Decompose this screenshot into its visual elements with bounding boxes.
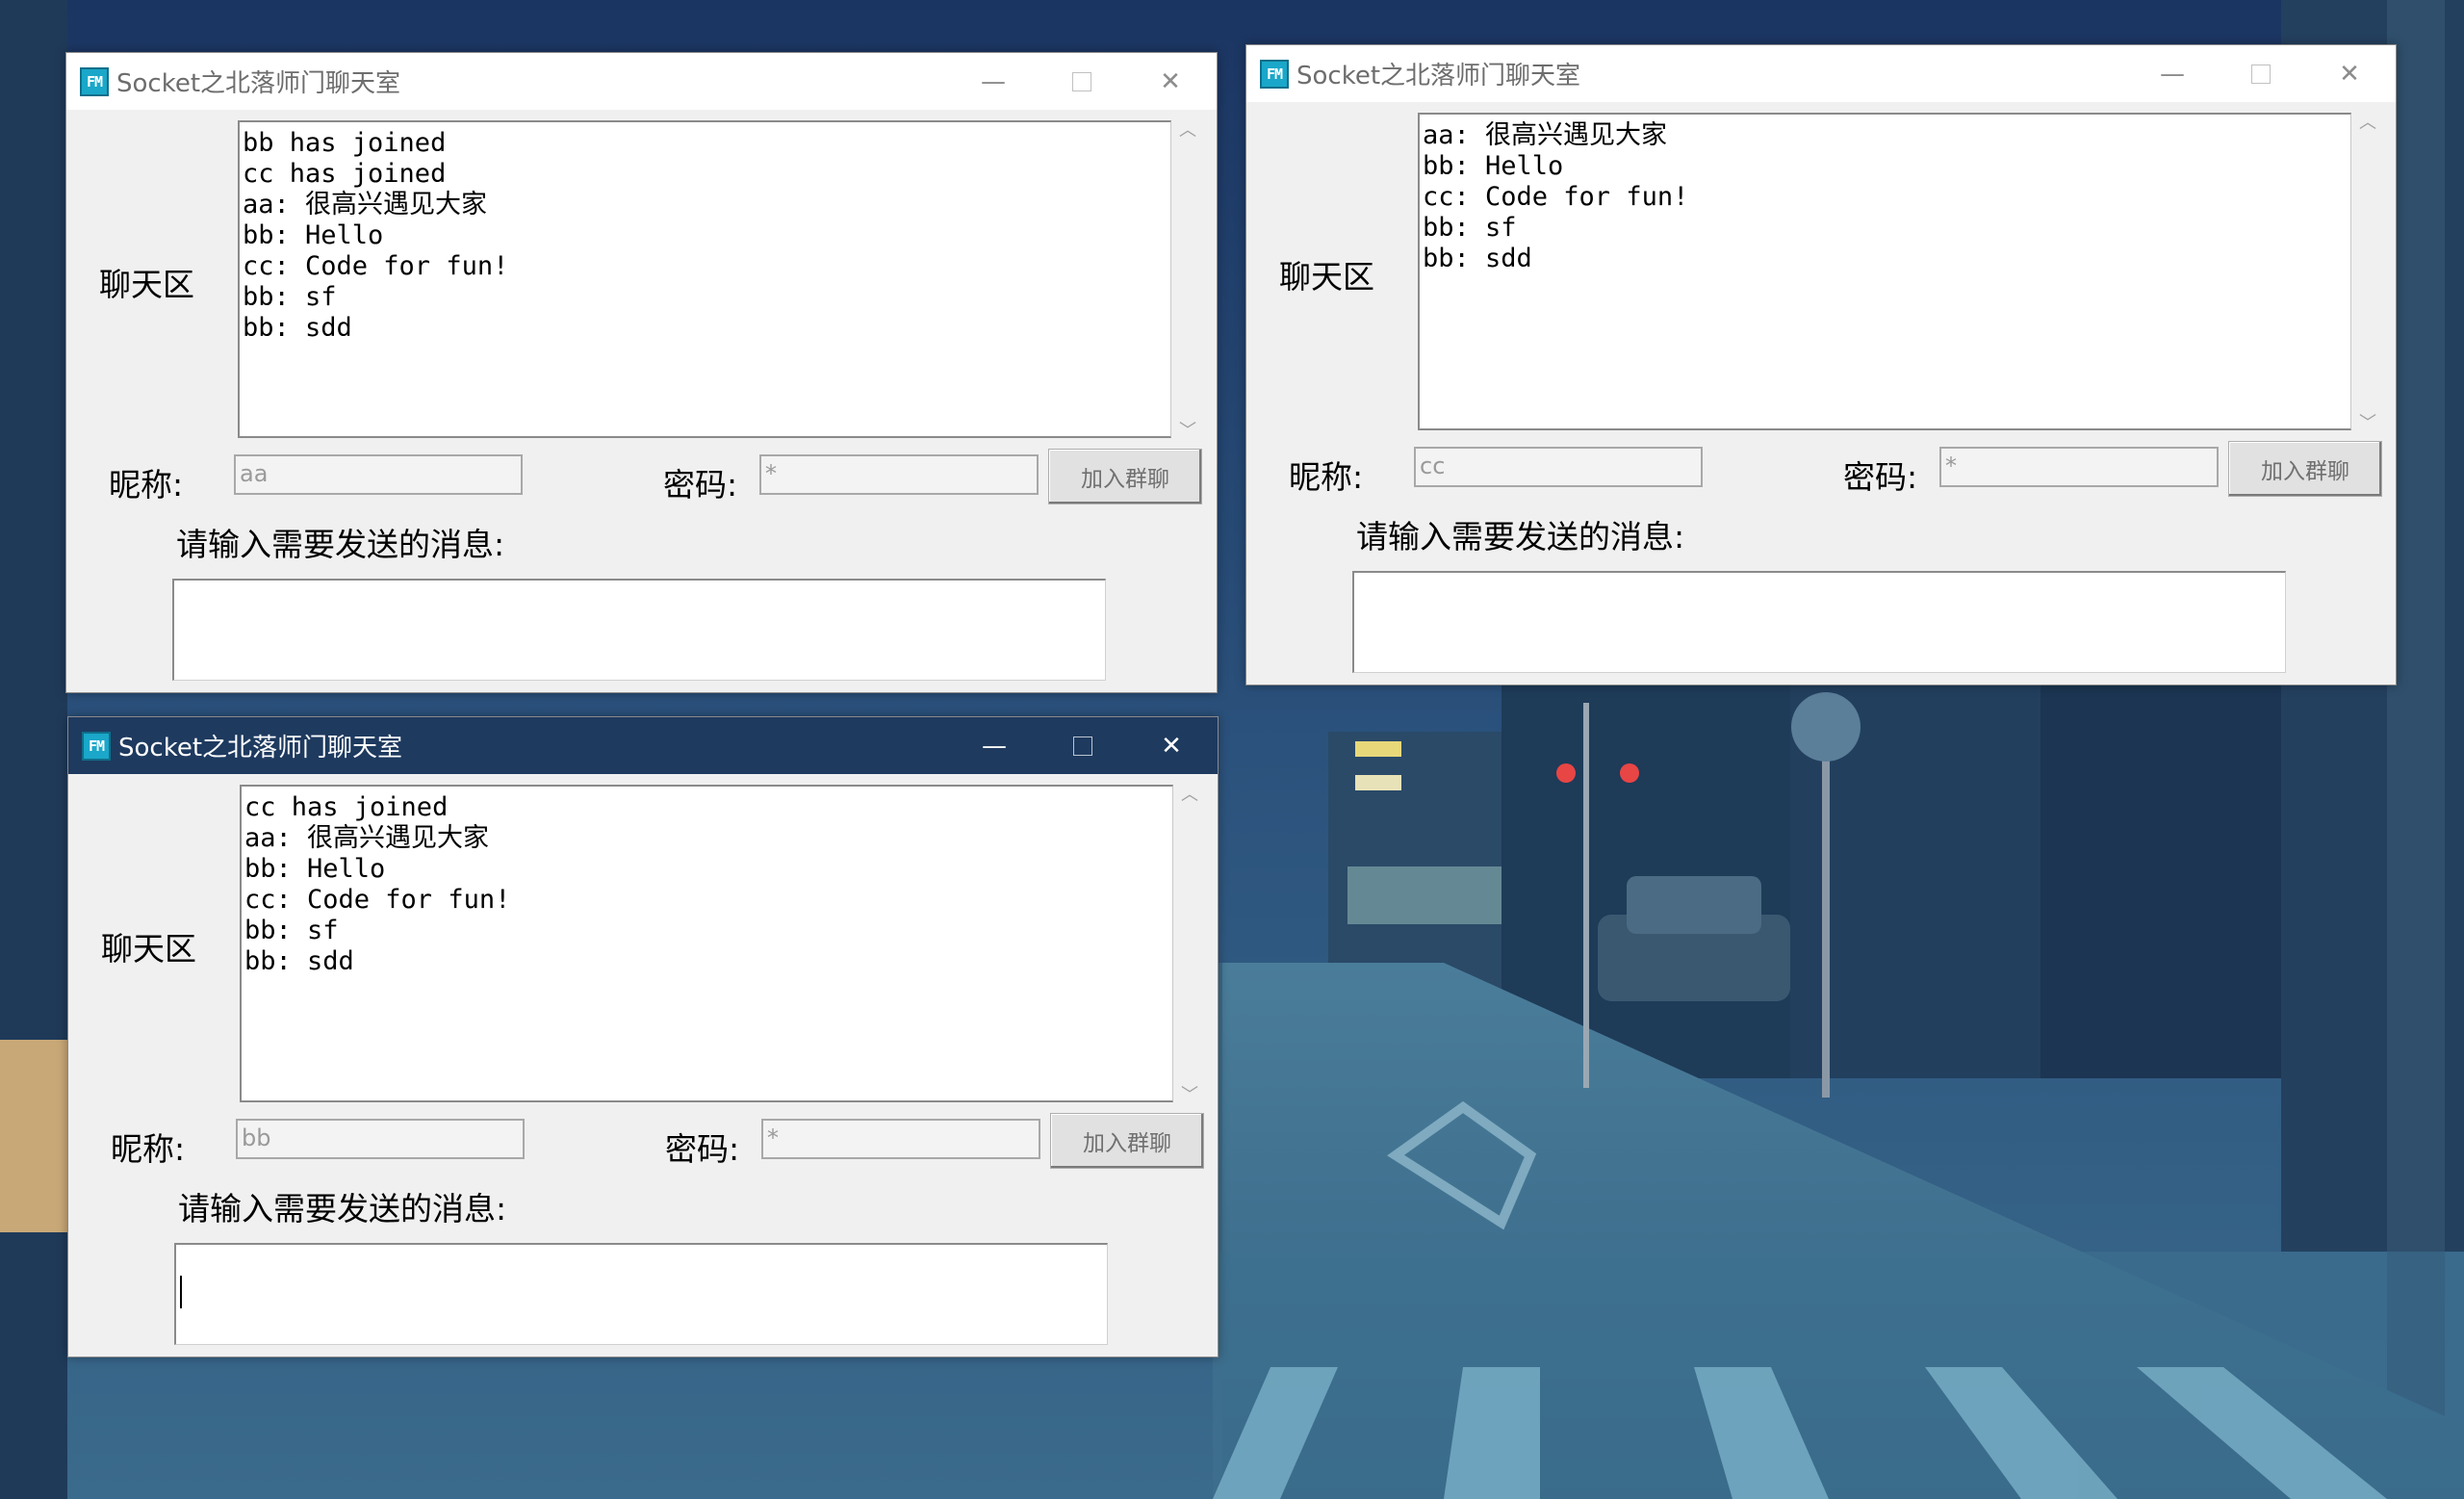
chat-line: bb: sdd (1423, 244, 1532, 273)
app-icon: FM (82, 731, 111, 761)
nickname-label: 昵称: (111, 1130, 186, 1168)
scroll-up-icon[interactable]: ︿ (1175, 779, 1204, 808)
chat-line: bb: sf (1423, 213, 1517, 243)
send-prompt-label: 请输入需要发送的消息: (1356, 518, 1685, 556)
close-icon: ✕ (1160, 66, 1181, 96)
close-button[interactable]: ✕ (1126, 53, 1215, 110)
chat-scrollbar[interactable]: ︿ ﹀ (1175, 775, 1204, 1108)
window-title: Socket之北落师门聊天室 (116, 69, 401, 98)
chat-line: cc: Code for fun! (1423, 182, 1689, 212)
chat-line: aa: 很高兴遇见大家 (243, 190, 488, 220)
send-prompt-label: 请输入需要发送的消息: (176, 526, 505, 563)
chat-scrollbar[interactable]: ︿ ﹀ (2353, 103, 2382, 436)
chat-scrollbar[interactable]: ︿ ﹀ (1173, 111, 1202, 444)
password-label: 密码: (663, 466, 738, 504)
nickname-label: 昵称: (1289, 458, 1364, 496)
password-input[interactable]: * (1939, 447, 2219, 487)
password-label: 密码: (1843, 458, 1918, 496)
minimize-button[interactable]: — (949, 53, 1038, 110)
scroll-down-icon[interactable]: ﹀ (1173, 415, 1202, 444)
chat-line: bb: sf (244, 916, 339, 945)
chat-line: cc: Code for fun! (243, 251, 509, 281)
nickname-input[interactable]: aa (234, 454, 523, 495)
minimize-button[interactable]: — (2128, 45, 2217, 102)
nickname-input[interactable]: bb (236, 1119, 525, 1159)
scroll-down-icon[interactable]: ﹀ (2353, 407, 2382, 436)
chat-line: bb has joined (243, 128, 447, 158)
chat-window-cc: FM Socket之北落师门聊天室 — ✕ 聊天区 aa: 很高兴遇见大家 bb… (1245, 44, 2397, 685)
join-group-button[interactable]: 加入群聊 (2228, 441, 2382, 497)
chat-line: bb: Hello (243, 220, 384, 250)
message-input[interactable] (1352, 571, 2286, 673)
title-bar[interactable]: FM Socket之北落师门聊天室 — ✕ (68, 717, 1218, 774)
close-icon: ✕ (1161, 731, 1182, 761)
maximize-icon (2251, 64, 2271, 84)
app-icon: FM (80, 66, 109, 96)
chat-area-label: 聊天区 (1279, 258, 1374, 296)
window-title: Socket之北落师门聊天室 (118, 734, 403, 762)
chat-display[interactable]: aa: 很高兴遇见大家 bb: Hello cc: Code for fun! … (1418, 113, 2351, 430)
close-button[interactable]: ✕ (2305, 45, 2394, 102)
chat-line: cc has joined (243, 159, 447, 189)
minimize-icon: — (982, 731, 1007, 761)
chat-line: bb: sdd (243, 313, 352, 343)
scroll-up-icon[interactable]: ︿ (2353, 107, 2382, 136)
message-input[interactable] (174, 1243, 1108, 1345)
nickname-label: 昵称: (109, 466, 184, 504)
close-icon: ✕ (2339, 59, 2360, 89)
minimize-icon: — (981, 66, 1006, 96)
title-bar[interactable]: FM Socket之北落师门聊天室 — ✕ (1246, 45, 2396, 102)
app-icon: FM (1260, 59, 1289, 89)
chat-window-aa: FM Socket之北落师门聊天室 — ✕ 聊天区 bb has joined … (65, 52, 1218, 693)
chat-line: bb: sf (243, 282, 337, 312)
chat-display[interactable]: cc has joined aa: 很高兴遇见大家 bb: Hello cc: … (240, 785, 1173, 1102)
scroll-up-icon[interactable]: ︿ (1173, 115, 1202, 143)
chat-area-label: 聊天区 (99, 266, 194, 303)
maximize-icon (1073, 736, 1092, 756)
minimize-button[interactable]: — (950, 717, 1039, 774)
chat-line: aa: 很高兴遇见大家 (244, 823, 490, 853)
maximize-icon (1072, 71, 1091, 91)
chat-line: cc: Code for fun! (244, 885, 511, 915)
chat-area-label: 聊天区 (101, 930, 196, 968)
chat-window-bb: FM Socket之北落师门聊天室 — ✕ 聊天区 cc has joined … (67, 716, 1219, 1357)
text-caret (180, 1276, 182, 1308)
maximize-button[interactable] (1039, 717, 1127, 774)
maximize-button[interactable] (1038, 53, 1126, 110)
window-title: Socket之北落师门聊天室 (1296, 62, 1581, 90)
chat-line: aa: 很高兴遇见大家 (1423, 120, 1668, 150)
chat-display[interactable]: bb has joined cc has joined aa: 很高兴遇见大家 … (238, 120, 1171, 438)
message-input[interactable] (172, 579, 1106, 681)
chat-line: bb: Hello (244, 854, 386, 884)
join-group-button[interactable]: 加入群聊 (1050, 1113, 1204, 1169)
title-bar[interactable]: FM Socket之北落师门聊天室 — ✕ (66, 53, 1217, 110)
send-prompt-label: 请输入需要发送的消息: (178, 1190, 507, 1228)
chat-line: bb: Hello (1423, 151, 1564, 181)
password-label: 密码: (665, 1130, 740, 1168)
password-input[interactable]: * (761, 1119, 1040, 1159)
chat-line: bb: sdd (244, 946, 354, 976)
nickname-input[interactable]: cc (1414, 447, 1703, 487)
password-input[interactable]: * (759, 454, 1039, 495)
join-group-button[interactable]: 加入群聊 (1048, 449, 1202, 504)
scroll-down-icon[interactable]: ﹀ (1175, 1079, 1204, 1108)
maximize-button[interactable] (2217, 45, 2305, 102)
close-button[interactable]: ✕ (1127, 717, 1216, 774)
minimize-icon: — (2160, 59, 2185, 89)
chat-line: cc has joined (244, 792, 449, 822)
